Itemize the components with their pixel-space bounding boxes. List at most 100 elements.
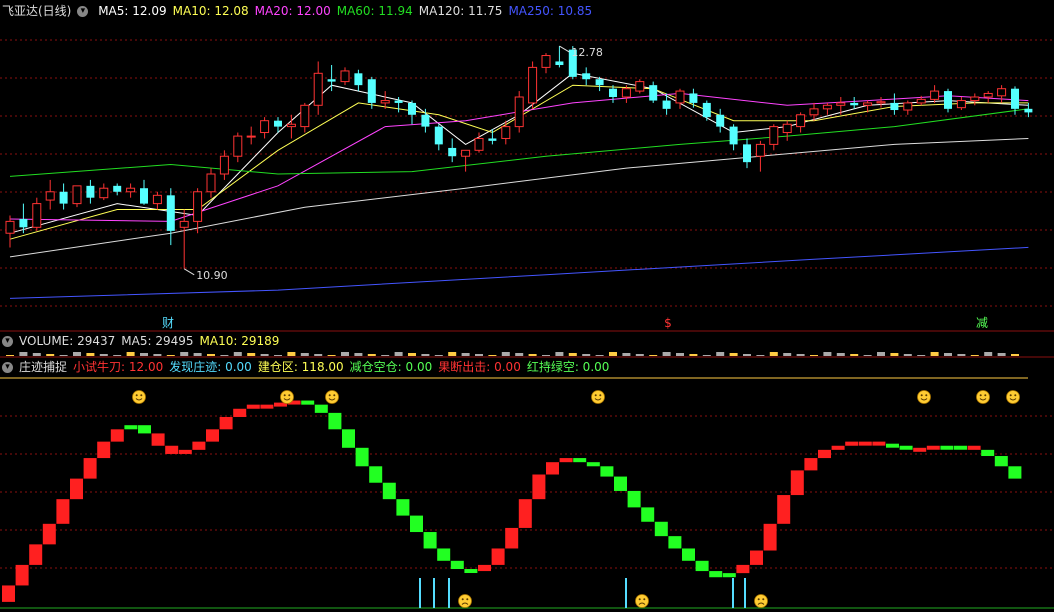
candle-body-41 — [555, 61, 564, 66]
volume-bar-13 — [180, 352, 189, 356]
indicator-block-38 — [518, 499, 532, 528]
indicator-block-59 — [804, 458, 818, 471]
indicator-block-2 — [29, 544, 43, 565]
volume-bar-74 — [997, 353, 1006, 356]
indicator-block-0 — [2, 585, 15, 602]
candle-body-21 — [286, 123, 296, 128]
indicator-block-4 — [56, 499, 70, 524]
volume-bar-63 — [850, 354, 859, 356]
indicator-block-47 — [641, 507, 655, 522]
indicator-block-32 — [437, 548, 451, 561]
low-pointer — [183, 268, 195, 276]
candle-body-27 — [367, 79, 376, 103]
volume-bar-65 — [877, 352, 885, 356]
frown-face-eye-r-1 — [643, 598, 646, 601]
smile-face-eye-r-4 — [925, 394, 928, 397]
indicator-block-29 — [396, 499, 410, 516]
candle-body-75 — [1011, 88, 1019, 109]
indicator-block-51 — [695, 560, 709, 572]
volume-bar-75 — [1011, 354, 1019, 356]
frown-face-eye-r-0 — [466, 598, 469, 601]
candle-body-60 — [809, 108, 819, 116]
candle-body-51 — [689, 93, 698, 103]
frown-face-eye-l-1 — [638, 598, 641, 601]
stock-chart[interactable]: 12.78 10.90 财 $ 减 — [0, 0, 1054, 612]
volume-bar-45 — [609, 352, 617, 356]
candle-body-4 — [59, 191, 68, 204]
volume-bar-46 — [622, 353, 631, 356]
indicator-block-25 — [342, 429, 355, 448]
candle-body-2 — [32, 203, 42, 228]
volume-bar-22 — [300, 353, 309, 356]
candle-body-10 — [140, 188, 148, 204]
volume-bar-39 — [528, 354, 537, 356]
indicator-block-16 — [219, 416, 233, 430]
smile-face-icon-6 — [1006, 390, 1020, 404]
candle-body-16 — [219, 155, 229, 175]
volume-bar-21 — [287, 352, 296, 356]
indicator-block-43 — [586, 462, 600, 467]
volume-bar-72 — [970, 355, 979, 356]
indicator-block-40 — [546, 462, 559, 475]
volume-bar-8 — [113, 355, 122, 356]
volume-bar-71 — [957, 354, 966, 356]
smile-face-eye-l-2 — [328, 394, 331, 397]
candle-body-53 — [716, 114, 725, 127]
indicator-block-58 — [790, 470, 804, 496]
volume-bar-26 — [354, 353, 363, 356]
smile-face-icon-1 — [280, 390, 294, 404]
candle-body-25 — [340, 70, 350, 83]
indicator-block-48 — [654, 521, 668, 537]
candle-body-67 — [903, 102, 913, 111]
volume-bar-32 — [434, 355, 443, 356]
indicator-block-17 — [233, 408, 247, 417]
candle-body-49 — [662, 100, 671, 109]
volume-bar-2 — [32, 353, 41, 356]
indicator-block-7 — [97, 441, 111, 459]
volume-bar-28 — [381, 355, 390, 356]
volume-bar-52 — [702, 355, 711, 356]
indicator-block-60 — [818, 449, 831, 459]
indicator-block-33 — [450, 560, 464, 570]
volume-bar-38 — [515, 353, 524, 356]
indicator-block-11 — [151, 433, 165, 446]
volume-bar-12 — [166, 355, 175, 356]
volume-bar-9 — [126, 352, 135, 356]
smile-face-eye-l-3 — [594, 394, 597, 397]
high-pointer — [559, 45, 570, 53]
volume-bar-30 — [408, 353, 416, 356]
volume-bar-35 — [475, 354, 483, 356]
ma-line-ma250 — [9, 246, 1029, 299]
indicator-block-52 — [709, 571, 723, 578]
indicator-block-50 — [682, 548, 695, 561]
candle-body-12 — [166, 195, 175, 231]
indicator-block-70 — [954, 445, 967, 450]
frown-face-icon-2 — [754, 594, 768, 608]
volume-bar-61 — [823, 352, 832, 356]
smile-face-eye-l-5 — [979, 394, 982, 397]
volume-bar-53 — [716, 352, 725, 356]
event-marker-2: 减 — [976, 316, 988, 330]
volume-bar-20 — [274, 355, 282, 356]
candle-body-55 — [743, 144, 751, 163]
indicator-block-73 — [994, 456, 1008, 467]
candle-body-18 — [246, 135, 256, 138]
candle-body-56 — [755, 143, 765, 157]
candle-body-8 — [113, 185, 122, 192]
volume-bar-64 — [863, 355, 872, 356]
volume-bar-37 — [501, 352, 510, 356]
indicator-block-44 — [600, 466, 614, 477]
indicator-block-13 — [178, 449, 192, 454]
candle-body-17 — [233, 135, 243, 157]
candle-body-74 — [997, 88, 1007, 97]
volume-bar-62 — [836, 353, 845, 356]
volume-bar-0 — [6, 355, 14, 356]
indicator-block-3 — [42, 523, 56, 545]
indicator-block-12 — [165, 445, 179, 454]
high-label: 12.78 — [571, 46, 603, 59]
volume-bar-17 — [233, 352, 242, 356]
volume-bar-50 — [676, 353, 684, 356]
indicator-block-30 — [410, 515, 423, 533]
smile-face-eye-l-0 — [135, 394, 138, 397]
smile-face-eye-l-6 — [1009, 394, 1012, 397]
